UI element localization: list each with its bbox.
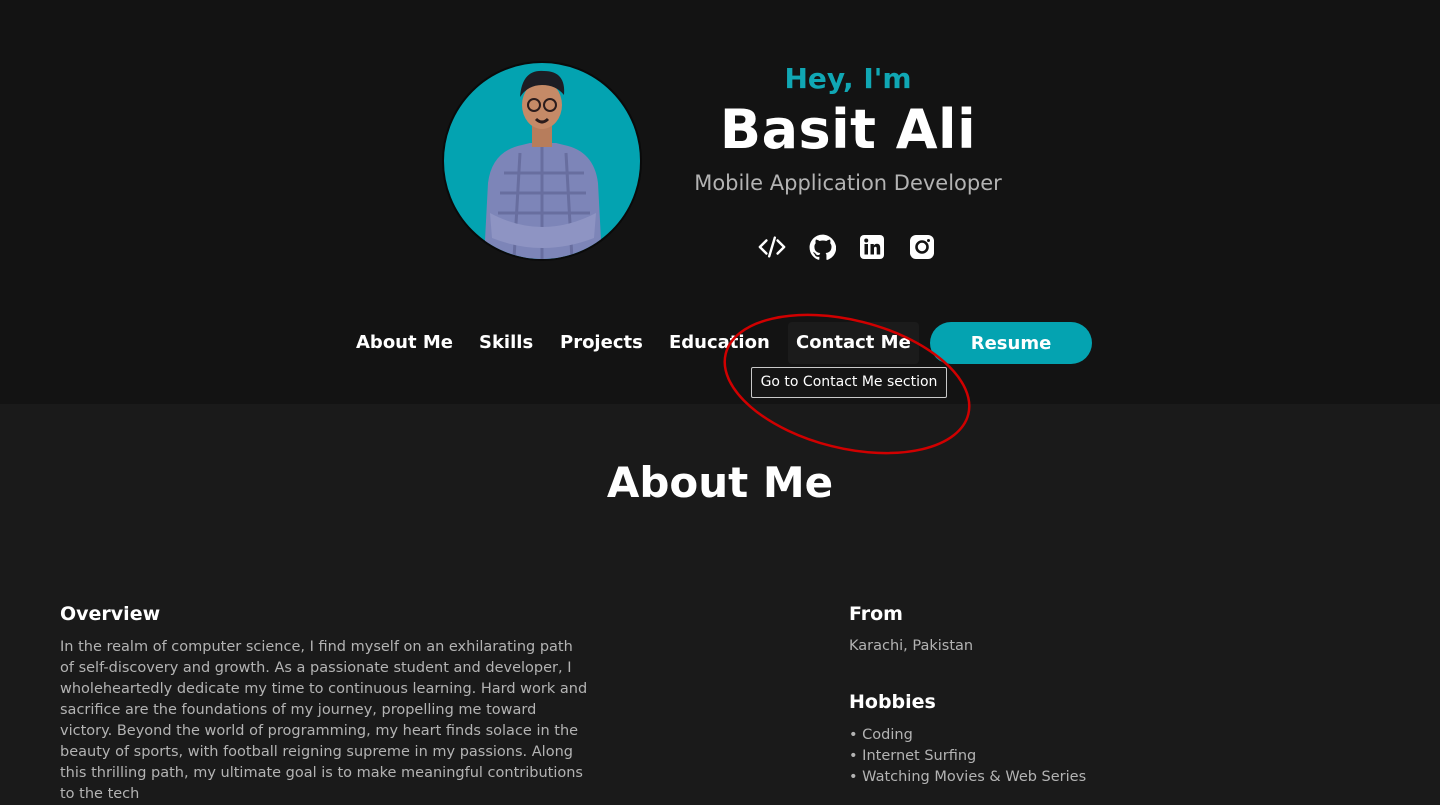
main-nav: About Me Skills Projects Education Conta… (0, 322, 1440, 364)
list-item: • Coding (849, 727, 913, 743)
hero-name: Basit Ali (719, 98, 977, 161)
nav-skills[interactable]: Skills (479, 322, 533, 364)
nav-education[interactable]: Education (669, 322, 770, 364)
instagram-icon[interactable] (908, 233, 936, 261)
hero-intro: Hey, I'm Basit Ali Mobile Application De… (640, 58, 1056, 195)
nav-about-me[interactable]: About Me (356, 322, 453, 364)
profile-photo (484, 70, 602, 259)
hero-role: Mobile Application Developer (694, 171, 1002, 195)
avatar (442, 61, 642, 261)
code-icon[interactable] (758, 233, 786, 261)
from-heading: From (849, 603, 903, 625)
overview-heading: Overview (60, 603, 161, 625)
overview-text: In the realm of computer science, I find… (60, 639, 588, 802)
from-value: Karachi, Pakistan (849, 638, 974, 654)
list-item: • Watching Movies & Web Series (849, 769, 1087, 785)
social-links (758, 233, 936, 261)
nav-contact-me[interactable]: Contact Me (788, 322, 919, 364)
github-icon[interactable] (808, 233, 836, 261)
resume-button[interactable]: Resume (930, 322, 1092, 364)
linkedin-icon[interactable] (858, 233, 886, 261)
hobbies-list: • Coding • Internet Surfing • Watching M… (849, 725, 1086, 788)
list-item: • Internet Surfing (849, 748, 977, 764)
contact-tooltip: Go to Contact Me section (751, 367, 947, 398)
greeting: Hey, I'm (784, 62, 912, 95)
nav-projects[interactable]: Projects (560, 322, 643, 364)
about-title: About Me (606, 458, 834, 507)
hobbies-heading: Hobbies (849, 691, 936, 713)
